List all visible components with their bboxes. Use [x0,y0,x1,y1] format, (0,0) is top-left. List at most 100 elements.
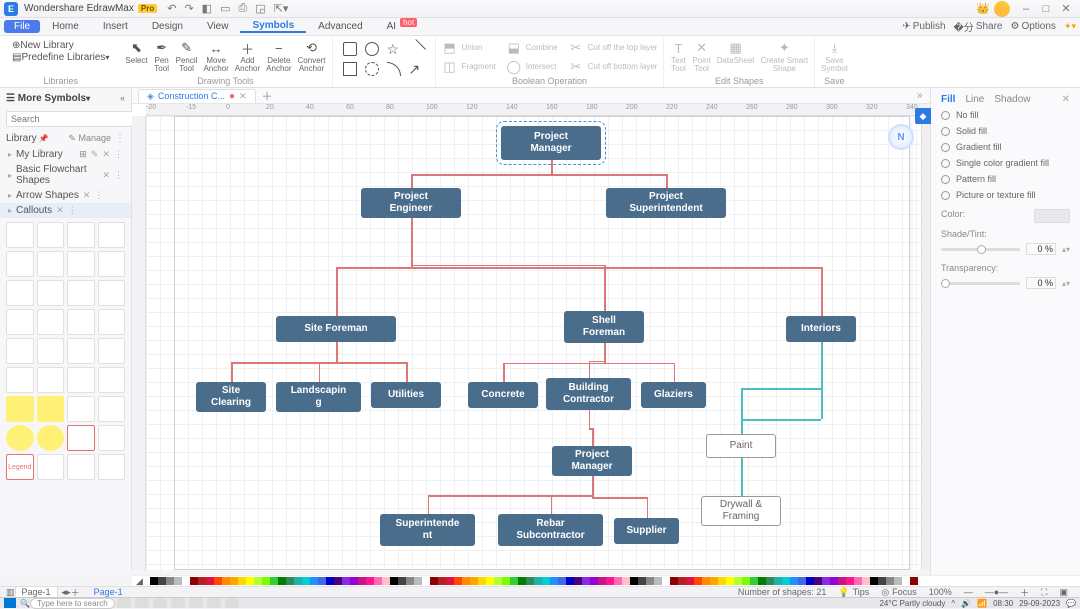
color-swatch[interactable] [742,577,750,585]
callout-shape[interactable] [67,425,95,451]
focus-button[interactable]: ◎Focus [875,587,922,598]
shape-ellipse-icon[interactable] [365,62,379,76]
library-item[interactable]: ▸Basic Flowchart Shapes✕⋮ [0,162,131,188]
color-swatch[interactable] [510,577,518,585]
publish-button[interactable]: ✈ Publish [902,21,945,32]
tray-icon[interactable]: 📶 [977,599,987,608]
date[interactable]: 29-09-2023 [1019,599,1060,608]
fill-tool-icon[interactable]: ◆ [915,108,931,124]
color-swatch[interactable] [166,577,174,585]
zoom-value[interactable]: 100% [923,587,958,597]
zoom-out-icon[interactable]: — [958,587,979,597]
color-swatch[interactable] [718,577,726,585]
taskbar-app-icon[interactable] [189,598,203,608]
color-swatch[interactable] [686,577,694,585]
color-swatch[interactable] [694,577,702,585]
color-swatch[interactable] [766,577,774,585]
color-swatch[interactable] [862,577,870,585]
library-item[interactable]: ▸Callouts✕⋮ [0,203,131,218]
color-swatch[interactable] [390,577,398,585]
taskbar-app-icon[interactable] [171,598,185,608]
qat-icon[interactable]: ⎙ [238,2,247,15]
callout-shape[interactable] [6,425,34,451]
color-swatch[interactable] [750,577,758,585]
color-swatch[interactable] [366,577,374,585]
color-swatch[interactable] [478,577,486,585]
expand-right-icon[interactable]: » [917,90,923,101]
callout-shape[interactable] [67,309,95,335]
color-swatch[interactable] [606,577,614,585]
taskbar-app-icon[interactable] [207,598,221,608]
tab-fill[interactable]: Fill [941,94,955,105]
tool-delete-anchor[interactable]: −Delete Anchor [266,40,291,74]
shape-star-icon[interactable]: ☆ [387,42,401,56]
color-swatch[interactable] [702,577,710,585]
color-swatch[interactable] [446,577,454,585]
tool-add-anchor[interactable]: ＋Add Anchor [235,40,260,74]
fill-option[interactable]: Single color gradient fill [937,155,1074,171]
color-swatch[interactable] [630,577,638,585]
color-swatch[interactable] [550,577,558,585]
predefine-libraries-button[interactable]: ▤Predefine Libraries▾ [12,52,109,63]
color-swatch[interactable] [758,577,766,585]
org-node-ls[interactable]: Landscaping [276,382,361,412]
tool-select[interactable]: ⬉Select [125,40,147,65]
color-swatch[interactable] [894,577,902,585]
stepper-icon[interactable]: ▴▾ [1062,245,1070,254]
org-node-bc[interactable]: BuildingContractor [546,378,631,410]
maximize-button[interactable]: □ [1036,3,1056,15]
color-swatch[interactable] [558,577,566,585]
callout-shape[interactable] [37,396,65,422]
color-swatch[interactable] [854,577,862,585]
tray-icon[interactable]: ^ [951,599,955,608]
tips-button[interactable]: 💡Tips [832,587,875,598]
color-swatch[interactable] [462,577,470,585]
callout-shape[interactable] [37,280,65,306]
callout-shape[interactable] [37,222,65,248]
canvas[interactable]: ProjectManagerProjectEngineerProjectSupe… [146,116,930,570]
tool-move-anchor[interactable]: ↔Move Anchor [203,40,228,74]
menu-advanced[interactable]: Advanced [306,21,374,32]
callout-shape[interactable] [98,367,126,393]
color-swatch[interactable] [286,577,294,585]
color-swatch[interactable] [790,577,798,585]
color-swatch[interactable] [798,577,806,585]
shape-circle-icon[interactable] [365,42,379,56]
color-swatch[interactable] [542,577,550,585]
shade-value[interactable]: 0 % [1026,243,1056,255]
shape-line-icon[interactable] [406,39,426,59]
callout-shape[interactable] [6,338,34,364]
callout-shape[interactable] [67,222,95,248]
color-swatch[interactable] [622,577,630,585]
close-lib-icon[interactable]: ✕ [102,149,110,160]
minimize-button[interactable]: – [1016,3,1036,15]
color-swatch[interactable] [278,577,286,585]
color-swatch[interactable] [262,577,270,585]
taskbar-app-icon[interactable] [135,598,149,608]
options-button[interactable]: ⚙ Options [1011,21,1056,32]
taskbar-app-icon[interactable] [117,598,131,608]
menu-design[interactable]: Design [140,21,195,32]
more-symbols-toggle[interactable]: ☰ More Symbols▾ « [0,88,131,108]
clock[interactable]: 08:30 [993,599,1013,608]
color-swatch[interactable] [406,577,414,585]
color-swatch[interactable] [574,577,582,585]
color-swatch[interactable] [350,577,358,585]
close-tab-icon[interactable]: ✕ [239,91,247,102]
color-swatch[interactable] [534,577,542,585]
qat-icon[interactable]: ▭ [220,2,230,15]
color-swatch[interactable] [654,577,662,585]
shape-arrow-icon[interactable]: ↗ [409,62,423,76]
color-swatch[interactable] [566,577,574,585]
color-swatch[interactable] [214,577,222,585]
color-swatch[interactable] [502,577,510,585]
color-swatch[interactable] [494,577,502,585]
share-button[interactable]: �分 Share [954,19,1003,34]
color-swatch[interactable] [814,577,822,585]
tab-shadow[interactable]: Shadow [994,94,1030,105]
color-swatch[interactable] [334,577,342,585]
color-swatch[interactable] [846,577,854,585]
weather-widget[interactable]: 24°C Partly cloudy [879,599,945,608]
org-node-ut[interactable]: Utilities [371,382,441,408]
color-swatch[interactable] [910,577,918,585]
